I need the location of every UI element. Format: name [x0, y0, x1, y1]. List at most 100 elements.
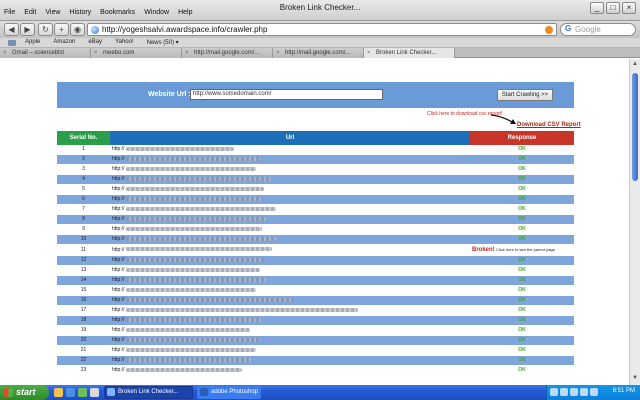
url-text[interactable]: http:// [112, 247, 125, 253]
url-text[interactable]: http:// [112, 297, 125, 303]
url-text[interactable]: http:// [112, 357, 125, 363]
bookmark-item[interactable]: eBay [88, 39, 102, 46]
maximize-icon[interactable]: □ [606, 2, 620, 14]
url-text[interactable]: http:// [112, 176, 125, 182]
add-bookmark-button[interactable]: + [54, 23, 69, 36]
close-icon[interactable]: × [622, 2, 636, 14]
back-button[interactable]: ◀ [4, 23, 19, 36]
url-cell[interactable]: http:// [110, 345, 470, 356]
url-text[interactable]: http:// [112, 206, 125, 212]
url-text[interactable]: http:// [112, 327, 125, 333]
scrollbar-thumb[interactable] [632, 73, 638, 181]
url-text[interactable]: http:// [112, 226, 125, 232]
forward-button[interactable]: ▶ [20, 23, 35, 36]
tab[interactable]: × Broken Link Checker... [364, 48, 455, 58]
menu-item-bookmarks[interactable]: Bookmarks [100, 9, 135, 16]
minimize-icon[interactable]: _ [590, 2, 604, 14]
download-csv-link[interactable]: Download CSV Report [517, 122, 581, 128]
tray-app-icon[interactable] [580, 388, 588, 396]
url-text[interactable]: http:// [112, 156, 125, 162]
url-text[interactable]: http:// [112, 196, 125, 202]
snapback-button[interactable]: ◉ [70, 23, 85, 36]
tray-security-icon[interactable] [570, 388, 578, 396]
url-text[interactable]: http:// [112, 166, 125, 172]
tray-network-icon[interactable] [550, 388, 558, 396]
media-icon[interactable] [78, 388, 87, 397]
vertical-scrollbar[interactable]: ▲ ▼ [629, 59, 640, 385]
task-browser[interactable]: Broken Link Checker... [104, 386, 193, 399]
reload-button[interactable]: ↻ [38, 23, 53, 36]
url-cell[interactable]: http:// [110, 335, 470, 346]
desktop-icon[interactable] [90, 388, 99, 397]
menu-item-file[interactable]: File [4, 9, 15, 16]
url-cell[interactable]: http:// [110, 365, 470, 376]
url-cell[interactable]: http:// [110, 275, 470, 286]
url-cell[interactable]: http:// [110, 295, 470, 306]
url-text[interactable]: http:// [112, 267, 125, 273]
url-text[interactable]: http:// [112, 317, 125, 323]
url-cell[interactable]: http:// [110, 154, 470, 165]
url-text[interactable]: http:// [112, 287, 125, 293]
url-cell[interactable]: http:// [110, 145, 470, 155]
rss-icon[interactable] [545, 26, 553, 34]
tab[interactable]: × Gmail – scienceblst [0, 48, 91, 58]
task-photoshop[interactable]: adobe Photoshop [197, 386, 261, 399]
url-text[interactable]: http:// [112, 186, 125, 192]
url-cell[interactable]: http:// [110, 265, 470, 276]
url-cell[interactable]: http:// [110, 325, 470, 336]
url-text[interactable]: http:// [112, 216, 125, 222]
url-cell[interactable]: http:// [110, 184, 470, 195]
tab[interactable]: × http://mail.google.com/... [182, 48, 273, 58]
url-cell[interactable]: http:// [110, 214, 470, 225]
url-text[interactable]: http:// [112, 367, 125, 373]
url-cell[interactable]: http:// [110, 285, 470, 296]
tab-close-icon[interactable]: × [367, 48, 371, 58]
url-cell[interactable]: http:// [110, 194, 470, 205]
url-cell[interactable]: http:// [110, 315, 470, 326]
search-field[interactable]: G Google [560, 23, 636, 36]
tray-app-icon[interactable] [590, 388, 598, 396]
url-cell[interactable]: http:// [110, 224, 470, 235]
tab-close-icon[interactable]: × [3, 48, 7, 58]
url-text[interactable]: http:// [112, 307, 125, 313]
url-cell[interactable]: http:// [110, 244, 470, 256]
address-bar[interactable]: http://yogeshsalvi.awardspace.info/crawl… [87, 23, 557, 36]
url-cell[interactable]: http:// [110, 305, 470, 316]
parent-page-link[interactable]: Click here to see the parent page [496, 247, 555, 252]
tab-close-icon[interactable]: × [94, 48, 98, 58]
address-url[interactable]: http://yogeshsalvi.awardspace.info/crawl… [102, 25, 267, 34]
scroll-up-icon[interactable]: ▲ [631, 61, 639, 69]
tab-close-icon[interactable]: × [276, 48, 280, 58]
start-button[interactable]: start [0, 385, 49, 400]
tab[interactable]: × http://mail.google.com/... [273, 48, 364, 58]
menu-item-history[interactable]: History [69, 9, 91, 16]
bookmark-item[interactable]: News (50) ▾ [147, 39, 179, 46]
url-cell[interactable]: http:// [110, 234, 470, 245]
bookmark-item[interactable]: Amazon [53, 39, 75, 46]
url-cell[interactable]: http:// [110, 355, 470, 366]
url-text[interactable]: http:// [112, 236, 125, 242]
tab[interactable]: × meebo.com [91, 48, 182, 58]
start-crawling-button[interactable]: Start Crawling >> [497, 89, 553, 101]
url-cell[interactable]: http:// [110, 174, 470, 185]
url-text[interactable]: http:// [112, 277, 125, 283]
scroll-down-icon[interactable]: ▼ [631, 375, 639, 383]
url-text[interactable]: http:// [112, 257, 125, 263]
url-cell[interactable]: http:// [110, 204, 470, 215]
folder-icon[interactable] [54, 388, 63, 397]
tab-close-icon[interactable]: × [185, 48, 189, 58]
menu-item-help[interactable]: Help [178, 9, 192, 16]
tray-volume-icon[interactable] [560, 388, 568, 396]
browser-icon[interactable] [66, 388, 75, 397]
url-text[interactable]: http:// [112, 347, 125, 353]
website-url-input[interactable]: http://www.somedomain.com/ [190, 89, 383, 100]
bookmarks-book-icon[interactable] [8, 40, 16, 46]
menu-item-edit[interactable]: Edit [24, 9, 36, 16]
bookmark-item[interactable]: Yahoo! [115, 39, 134, 46]
url-cell[interactable]: http:// [110, 255, 470, 266]
url-text[interactable]: http:// [112, 337, 125, 343]
menu-item-window[interactable]: Window [144, 9, 169, 16]
menu-item-view[interactable]: View [45, 9, 60, 16]
bookmark-item[interactable]: Apple [25, 39, 40, 46]
url-text[interactable]: http:// [112, 146, 125, 152]
